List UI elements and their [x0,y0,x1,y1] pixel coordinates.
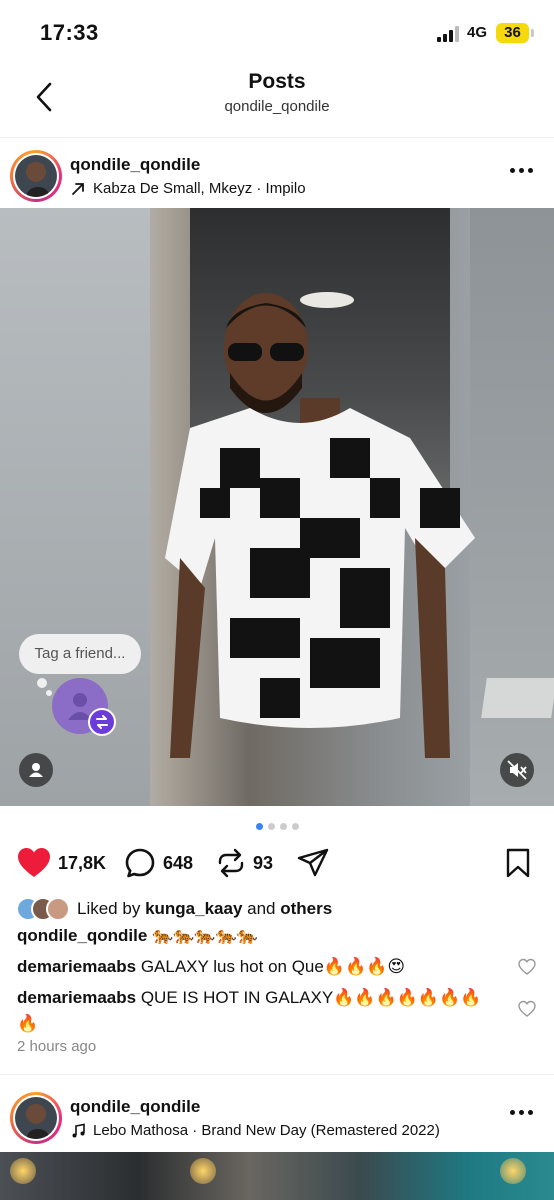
post-audio-label: Lebo Mathosa · Brand New Day (Remastered… [93,1122,440,1139]
post-caption: qondile_qondile 🐅🐅🐅🐅🐅 [17,923,258,949]
like-button[interactable]: 17,8K [17,845,106,881]
heart-filled-icon [18,848,50,877]
battery-tip [531,29,534,37]
muted-speaker-icon[interactable] [500,753,534,787]
signal-icon [437,26,459,42]
post-image[interactable]: Tag a friend... [0,208,554,806]
comments-count: 648 [163,852,194,873]
post-audio-label: Kabza De Small, Mkeyz · Impilo [93,180,306,197]
post-image[interactable] [0,1152,554,1200]
battery-level: 36 [496,23,529,43]
liked-by-others[interactable]: others [280,899,332,918]
post-header: qondile_qondile Lebo Mathosa · Brand New… [0,1082,554,1152]
photo-light [10,1158,36,1184]
page-subtitle: qondile_qondile [224,98,330,115]
liker-avatar [46,897,70,921]
comment-username[interactable]: demariemaabs [17,988,136,1007]
paper-plane-icon [297,848,329,877]
post-actions: 17,8K 648 93 [0,845,554,885]
more-options-icon[interactable] [510,1102,540,1122]
comment-like-heart-icon[interactable] [518,1000,536,1018]
liked-by-row[interactable]: Liked by kunga_kaay and others [16,896,332,922]
music-note-icon [72,1123,85,1137]
liked-by-and: and [247,899,276,918]
comment-bubble-icon [125,848,155,878]
carousel-dot [279,823,287,830]
photo-ledge [481,678,554,718]
tagged-users-icon[interactable] [19,753,53,787]
tag-friend-bubble[interactable]: Tag a friend... [19,634,141,674]
post-timestamp: 2 hours ago [17,1038,97,1055]
likes-count: 17,8K [58,852,107,873]
carousel-indicator [0,823,554,830]
status-bar: 17:33 4G 36 [0,0,554,64]
carousel-dot-active [255,823,263,830]
story-ring-avatar[interactable] [10,1092,62,1144]
caption-text: 🐅🐅🐅🐅🐅 [152,926,258,945]
post-username[interactable]: qondile_qondile [70,155,200,175]
page-title: Posts [248,70,306,93]
comment-item: demariemaabs GALAXY lus hot on Que🔥🔥🔥😍 [17,954,497,980]
liked-by-text: Liked by kunga_kaay and others [77,899,332,919]
swap-icon[interactable] [88,708,116,736]
post-divider [0,1074,554,1075]
tag-bubble-tail-small [46,690,52,696]
comment-text: GALAXY lus hot on Que🔥🔥🔥😍 [140,957,406,976]
bookmark-icon [506,848,530,878]
more-options-icon[interactable] [510,160,540,180]
comment-username[interactable]: demariemaabs [17,957,136,976]
photo-light [190,1158,216,1184]
avatar [15,1097,57,1139]
photo-light [500,1158,526,1184]
tag-bubble-tail [37,678,47,688]
liked-by-user[interactable]: kunga_kaay [145,899,242,918]
comment-button[interactable]: 648 [124,845,193,881]
reposts-count: 93 [253,852,274,873]
post-audio-link[interactable]: Lebo Mathosa · Brand New Day (Remastered… [70,1122,440,1139]
status-time: 17:33 [40,20,99,45]
story-ring-avatar[interactable] [10,150,62,202]
carousel-dot [291,823,299,830]
comment-item: demariemaabs QUE IS HOT IN GALAXY🔥🔥🔥🔥🔥🔥🔥… [17,985,497,1037]
post-audio-link[interactable]: Kabza De Small, Mkeyz · Impilo [70,180,306,197]
share-button[interactable] [296,845,330,881]
page-header: Posts qondile_qondile [0,64,554,138]
repost-button[interactable]: 93 [216,845,273,881]
repost-icon [218,848,244,878]
network-type: 4G [467,24,488,41]
liked-by-prefix: Liked by [77,899,141,918]
post-username[interactable]: qondile_qondile [70,1097,200,1117]
post-header: qondile_qondile Kabza De Small, Mkeyz · … [0,140,554,210]
caption-username[interactable]: qondile_qondile [17,926,147,945]
save-button[interactable] [504,845,532,881]
carousel-dot [267,823,275,830]
arrow-up-right-icon [72,182,84,195]
avatar [15,155,57,197]
comment-like-heart-icon[interactable] [518,958,536,976]
photo-subject [165,293,475,758]
